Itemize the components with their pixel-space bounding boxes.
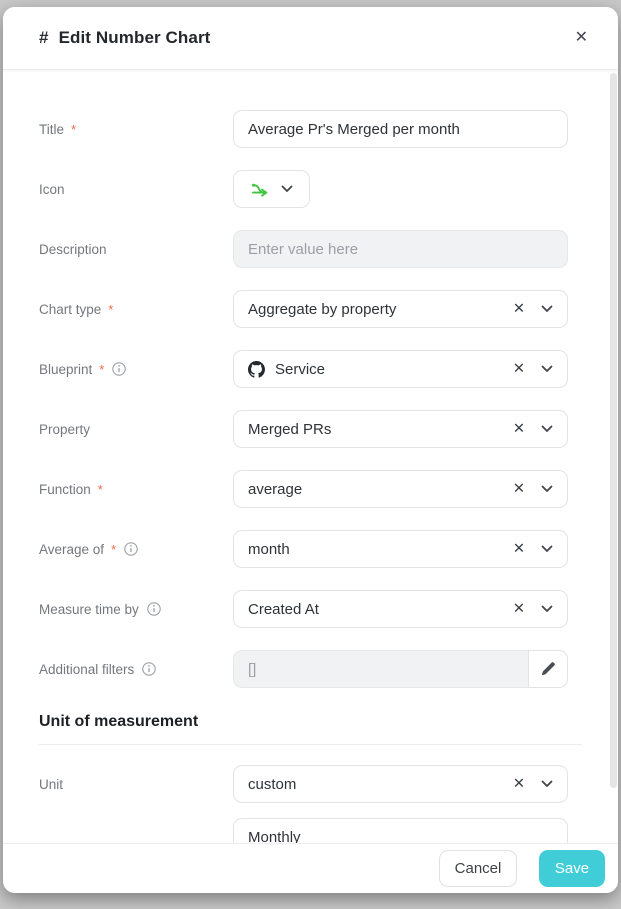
section-divider <box>39 744 582 745</box>
description-input[interactable] <box>233 230 568 268</box>
chart-type-select[interactable]: Aggregate by property ✕ <box>233 290 568 328</box>
field-row-measure-time-by: Measure time by Created At ✕ <box>3 579 618 639</box>
modal-footer: Cancel Save <box>3 843 618 893</box>
required-mark: * <box>99 362 104 377</box>
average-of-select[interactable]: month ✕ <box>233 530 568 568</box>
number-chart-icon: # <box>39 28 49 48</box>
average-of-value: month <box>248 541 505 558</box>
blueprint-value: Service <box>275 361 325 378</box>
pencil-icon <box>540 661 556 677</box>
property-label: Property <box>39 422 90 437</box>
chevron-down-icon[interactable] <box>281 185 293 193</box>
chevron-down-icon[interactable] <box>541 425 553 433</box>
function-value: average <box>248 481 505 498</box>
field-row-icon: Icon <box>3 159 618 219</box>
chart-type-label: Chart type <box>39 302 101 317</box>
field-row-description: Description <box>3 219 618 279</box>
field-row-property: Property Merged PRs ✕ <box>3 399 618 459</box>
measure-time-by-label: Measure time by <box>39 602 139 617</box>
field-row-title: Title * <box>3 99 618 159</box>
info-icon[interactable] <box>147 602 161 616</box>
chevron-down-icon[interactable] <box>541 365 553 373</box>
chevron-down-icon[interactable] <box>541 305 553 313</box>
modal-title: # Edit Number Chart <box>39 28 210 48</box>
edit-number-chart-modal: # Edit Number Chart ✕ Title * Icon <box>3 7 618 893</box>
title-input[interactable] <box>233 110 568 148</box>
clear-icon[interactable]: ✕ <box>513 777 525 792</box>
unit-value: custom <box>248 776 505 793</box>
chevron-down-icon[interactable] <box>541 780 553 788</box>
chevron-down-icon[interactable] <box>541 485 553 493</box>
section-title-unit-of-measurement: Unit of measurement <box>39 713 582 731</box>
property-value: Merged PRs <box>248 421 505 438</box>
clear-icon[interactable]: ✕ <box>513 302 525 317</box>
clear-icon[interactable]: ✕ <box>513 362 525 377</box>
required-mark: * <box>98 482 103 497</box>
clear-icon[interactable]: ✕ <box>513 482 525 497</box>
unit-select[interactable]: custom ✕ <box>233 765 568 803</box>
github-icon <box>248 361 265 378</box>
edit-filters-button[interactable] <box>528 650 568 688</box>
title-label: Title <box>39 122 64 137</box>
info-icon[interactable] <box>124 542 138 556</box>
measure-time-by-select[interactable]: Created At ✕ <box>233 590 568 628</box>
git-merge-icon <box>251 182 269 197</box>
icon-label: Icon <box>39 182 65 197</box>
chart-type-value: Aggregate by property <box>248 301 505 318</box>
cancel-button[interactable]: Cancel <box>439 850 517 887</box>
field-row-function: Function * average ✕ <box>3 459 618 519</box>
description-label: Description <box>39 242 107 257</box>
icon-select[interactable] <box>233 170 310 208</box>
save-button[interactable]: Save <box>539 850 605 887</box>
info-icon[interactable] <box>112 362 126 376</box>
average-of-label: Average of <box>39 542 104 557</box>
field-row-blueprint: Blueprint * Service ✕ <box>3 339 618 399</box>
unit-label: Unit <box>39 777 63 792</box>
field-row-additional-filters: Additional filters [] <box>3 639 618 699</box>
close-icon[interactable]: ✕ <box>571 26 592 50</box>
function-select[interactable]: average ✕ <box>233 470 568 508</box>
field-row-unit: Unit custom ✕ <box>3 754 618 814</box>
chevron-down-icon[interactable] <box>541 545 553 553</box>
chevron-down-icon[interactable] <box>541 605 553 613</box>
additional-filters-label: Additional filters <box>39 662 134 677</box>
info-icon[interactable] <box>142 662 156 676</box>
modal-header: # Edit Number Chart ✕ <box>3 7 618 70</box>
measure-time-by-value: Created At <box>248 601 505 618</box>
field-row-average-of: Average of * month ✕ <box>3 519 618 579</box>
modal-body: Title * Icon <box>3 70 618 893</box>
blueprint-select[interactable]: Service ✕ <box>233 350 568 388</box>
additional-filters-input: [] <box>233 650 528 688</box>
property-select[interactable]: Merged PRs ✕ <box>233 410 568 448</box>
modal-title-text: Edit Number Chart <box>59 28 211 48</box>
clear-icon[interactable]: ✕ <box>513 422 525 437</box>
blueprint-label: Blueprint <box>39 362 92 377</box>
vertical-scrollbar[interactable] <box>610 73 617 788</box>
clear-icon[interactable]: ✕ <box>513 602 525 617</box>
field-row-chart-type: Chart type * Aggregate by property ✕ <box>3 279 618 339</box>
function-label: Function <box>39 482 91 497</box>
required-mark: * <box>108 302 113 317</box>
required-mark: * <box>111 542 116 557</box>
required-mark: * <box>71 122 76 137</box>
clear-icon[interactable]: ✕ <box>513 542 525 557</box>
